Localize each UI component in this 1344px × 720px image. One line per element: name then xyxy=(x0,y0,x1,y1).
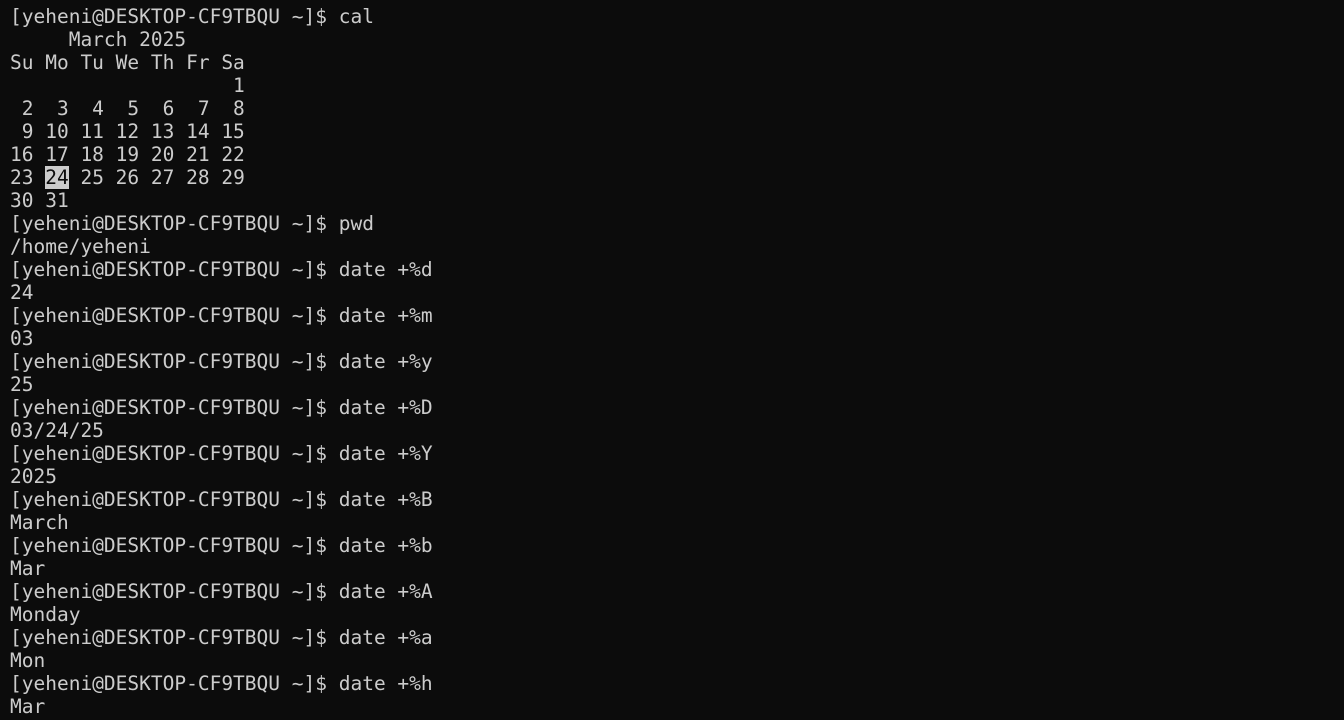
prompt-line: [yeheni@DESKTOP-CF9TBQU ~]$ date +%m xyxy=(10,304,1344,327)
command-text: pwd xyxy=(338,212,374,235)
prompt: [yeheni@DESKTOP-CF9TBQU ~]$ xyxy=(10,534,339,557)
prompt: [yeheni@DESKTOP-CF9TBQU ~]$ xyxy=(10,350,339,373)
prompt-line: [yeheni@DESKTOP-CF9TBQU ~]$ date +%Y xyxy=(10,442,1344,465)
prompt-line: [yeheni@DESKTOP-CF9TBQU ~]$ date +%a xyxy=(10,626,1344,649)
command-text: date +%D xyxy=(338,396,433,419)
prompt-line: [yeheni@DESKTOP-CF9TBQU ~]$ date +%D xyxy=(10,396,1344,419)
prompt-line: [yeheni@DESKTOP-CF9TBQU ~]$ pwd xyxy=(10,212,1344,235)
command-output: Mar xyxy=(10,557,46,580)
prompt: [yeheni@DESKTOP-CF9TBQU ~]$ xyxy=(10,580,339,603)
command-output: Mon xyxy=(10,649,46,672)
prompt-line: [yeheni@DESKTOP-CF9TBQU ~]$ date +%d xyxy=(10,258,1344,281)
calendar-week: 2 3 4 5 6 7 8 xyxy=(10,97,245,120)
calendar-week: 9 10 11 12 13 14 15 xyxy=(10,120,245,143)
calendar-days: 23 xyxy=(10,166,46,189)
command-text: cal xyxy=(338,5,374,28)
command-text: date +%B xyxy=(338,488,433,511)
command-text: date +%d xyxy=(338,258,433,281)
prompt: [yeheni@DESKTOP-CF9TBQU ~]$ xyxy=(10,488,339,511)
calendar-header: March 2025 xyxy=(10,28,187,51)
command-output: March xyxy=(10,511,69,534)
prompt: [yeheni@DESKTOP-CF9TBQU ~]$ xyxy=(10,258,339,281)
calendar-week: 16 17 18 19 20 21 22 xyxy=(10,143,245,166)
command-output: 03 xyxy=(10,327,34,350)
prompt: [yeheni@DESKTOP-CF9TBQU ~]$ xyxy=(10,442,339,465)
calendar-week: 23 24 25 26 27 28 29 xyxy=(10,166,1344,189)
command-output: Monday xyxy=(10,603,81,626)
terminal-window[interactable]: [yeheni@DESKTOP-CF9TBQU ~]$ cal March 20… xyxy=(0,0,1344,720)
prompt-line: [yeheni@DESKTOP-CF9TBQU ~]$ date +%b xyxy=(10,534,1344,557)
prompt-line: [yeheni@DESKTOP-CF9TBQU ~]$ date +%y xyxy=(10,350,1344,373)
calendar-weekdays: Su Mo Tu We Th Fr Sa xyxy=(10,51,245,74)
prompt: [yeheni@DESKTOP-CF9TBQU ~]$ xyxy=(10,304,339,327)
calendar-week: 30 31 xyxy=(10,189,69,212)
prompt: [yeheni@DESKTOP-CF9TBQU ~]$ xyxy=(10,626,339,649)
command-text: date +%A xyxy=(338,580,433,603)
command-output: Mar xyxy=(10,695,46,718)
command-text: date +%a xyxy=(338,626,433,649)
command-text: date +%Y xyxy=(338,442,433,465)
prompt: [yeheni@DESKTOP-CF9TBQU ~]$ xyxy=(10,212,339,235)
prompt: [yeheni@DESKTOP-CF9TBQU ~]$ xyxy=(10,5,339,28)
command-output: 24 xyxy=(10,281,34,304)
command-output: 03/24/25 xyxy=(10,419,104,442)
prompt-line: [yeheni@DESKTOP-CF9TBQU ~]$ date +%B xyxy=(10,488,1344,511)
prompt-line: [yeheni@DESKTOP-CF9TBQU ~]$ cal xyxy=(10,5,1344,28)
command-output: 2025 xyxy=(10,465,57,488)
command-output: /home/yeheni xyxy=(10,235,151,258)
command-text: date +%h xyxy=(338,672,433,695)
command-text: date +%m xyxy=(338,304,433,327)
calendar-days: 25 26 27 28 29 xyxy=(68,166,245,189)
command-text: date +%y xyxy=(338,350,433,373)
command-text: date +%b xyxy=(338,534,433,557)
prompt: [yeheni@DESKTOP-CF9TBQU ~]$ xyxy=(10,396,339,419)
calendar-today: 24 xyxy=(45,166,69,189)
prompt-line: [yeheni@DESKTOP-CF9TBQU ~]$ date +%h xyxy=(10,672,1344,695)
prompt: [yeheni@DESKTOP-CF9TBQU ~]$ xyxy=(10,672,339,695)
calendar-week: 1 xyxy=(10,74,245,97)
prompt-line: [yeheni@DESKTOP-CF9TBQU ~]$ date +%A xyxy=(10,580,1344,603)
command-output: 25 xyxy=(10,373,34,396)
